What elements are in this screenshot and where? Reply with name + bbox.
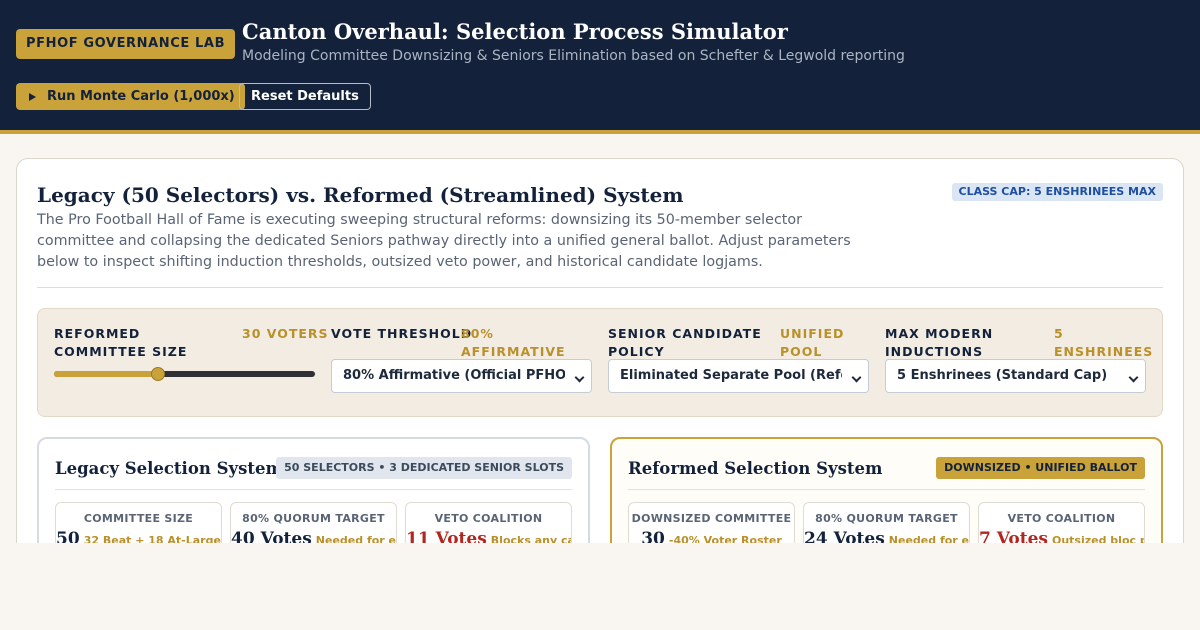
legacy-panel-title: Legacy Selection System [55, 459, 283, 478]
vote-threshold-value: 80% AFFIRMATIVE [461, 326, 566, 359]
legacy-panel-badge: 50 SELECTORS • 3 DEDICATED SENIOR SLOTS [276, 457, 572, 479]
stat-label: DOWNSIZED COMMITTEE [631, 512, 792, 525]
reset-defaults-button[interactable]: Reset Defaults [239, 83, 371, 110]
slider-thumb[interactable] [151, 367, 166, 381]
stat-label: 80% QUORUM TARGET [242, 512, 385, 525]
max-inductions-label: MAX MODERN INDUCTIONS [885, 326, 994, 359]
controls-panel: REFORMED COMMITTEE SIZE 30 VOTERS VOTE T… [37, 308, 1163, 417]
panel-divider [628, 489, 1145, 490]
stat-label: COMMITTEE SIZE [83, 512, 194, 525]
panel-divider [55, 489, 572, 490]
senior-policy-selected: Eliminated Separate Pool (Reformed) [620, 368, 869, 383]
chevron-down-icon [851, 372, 862, 383]
chevron-down-icon [574, 372, 585, 383]
stat-label: VETO COALITION [1007, 512, 1116, 525]
max-inductions-select[interactable]: 5 Enshrinees (Standard Cap) [885, 359, 1146, 393]
slider-fill [54, 371, 159, 377]
max-inductions-selected: 5 Enshrinees (Standard Cap) [897, 368, 1108, 383]
reformed-panel-title: Reformed Selection System [628, 459, 883, 478]
stat-label: 80% QUORUM TARGET [815, 512, 958, 525]
senior-policy-value: UNIFIED POOL [780, 326, 845, 359]
senior-policy-label: SENIOR CANDIDATE POLICY [608, 326, 762, 359]
committee-size-label: REFORMED COMMITTEE SIZE [54, 326, 188, 359]
section-divider [37, 287, 1163, 288]
app-title: Canton Overhaul: Selection Process Simul… [242, 19, 788, 44]
chevron-down-icon [1128, 372, 1139, 383]
brand-badge: PFHOF GOVERNANCE LAB [16, 29, 236, 59]
app-header: PFHOF GOVERNANCE LAB Canton Overhaul: Se… [0, 0, 1200, 134]
committee-size-value: 30 VOTERS [242, 326, 329, 341]
run-button-label: Run Monte Carlo (1,000x) [47, 89, 235, 104]
vote-threshold-select[interactable]: 80% Affirmative (Official PFHOF Standard… [331, 359, 592, 393]
section-description: The Pro Football Hall of Fame is executi… [37, 212, 851, 270]
committee-size-slider[interactable] [54, 367, 315, 381]
class-cap-badge: CLASS CAP: 5 ENSHRINEES MAX [951, 183, 1163, 201]
section-title: Legacy (50 Selectors) vs. Reformed (Stre… [37, 183, 684, 207]
reformed-panel-badge: DOWNSIZED • UNIFIED BALLOT [936, 457, 1145, 479]
run-monte-carlo-button[interactable]: Run Monte Carlo (1,000x) [16, 83, 245, 110]
max-inductions-value: 5 ENSHRINEES [1054, 326, 1154, 359]
play-icon [29, 92, 36, 101]
vote-threshold-selected: 80% Affirmative (Official PFHOF Standard… [343, 368, 591, 383]
viewport-bottom [0, 543, 1200, 630]
senior-policy-select[interactable]: Eliminated Separate Pool (Reformed) [608, 359, 869, 393]
stat-label: VETO COALITION [434, 512, 543, 525]
comparison-card: Legacy (50 Selectors) vs. Reformed (Stre… [16, 158, 1184, 597]
app-subtitle: Modeling Committee Downsizing & Seniors … [242, 48, 905, 64]
